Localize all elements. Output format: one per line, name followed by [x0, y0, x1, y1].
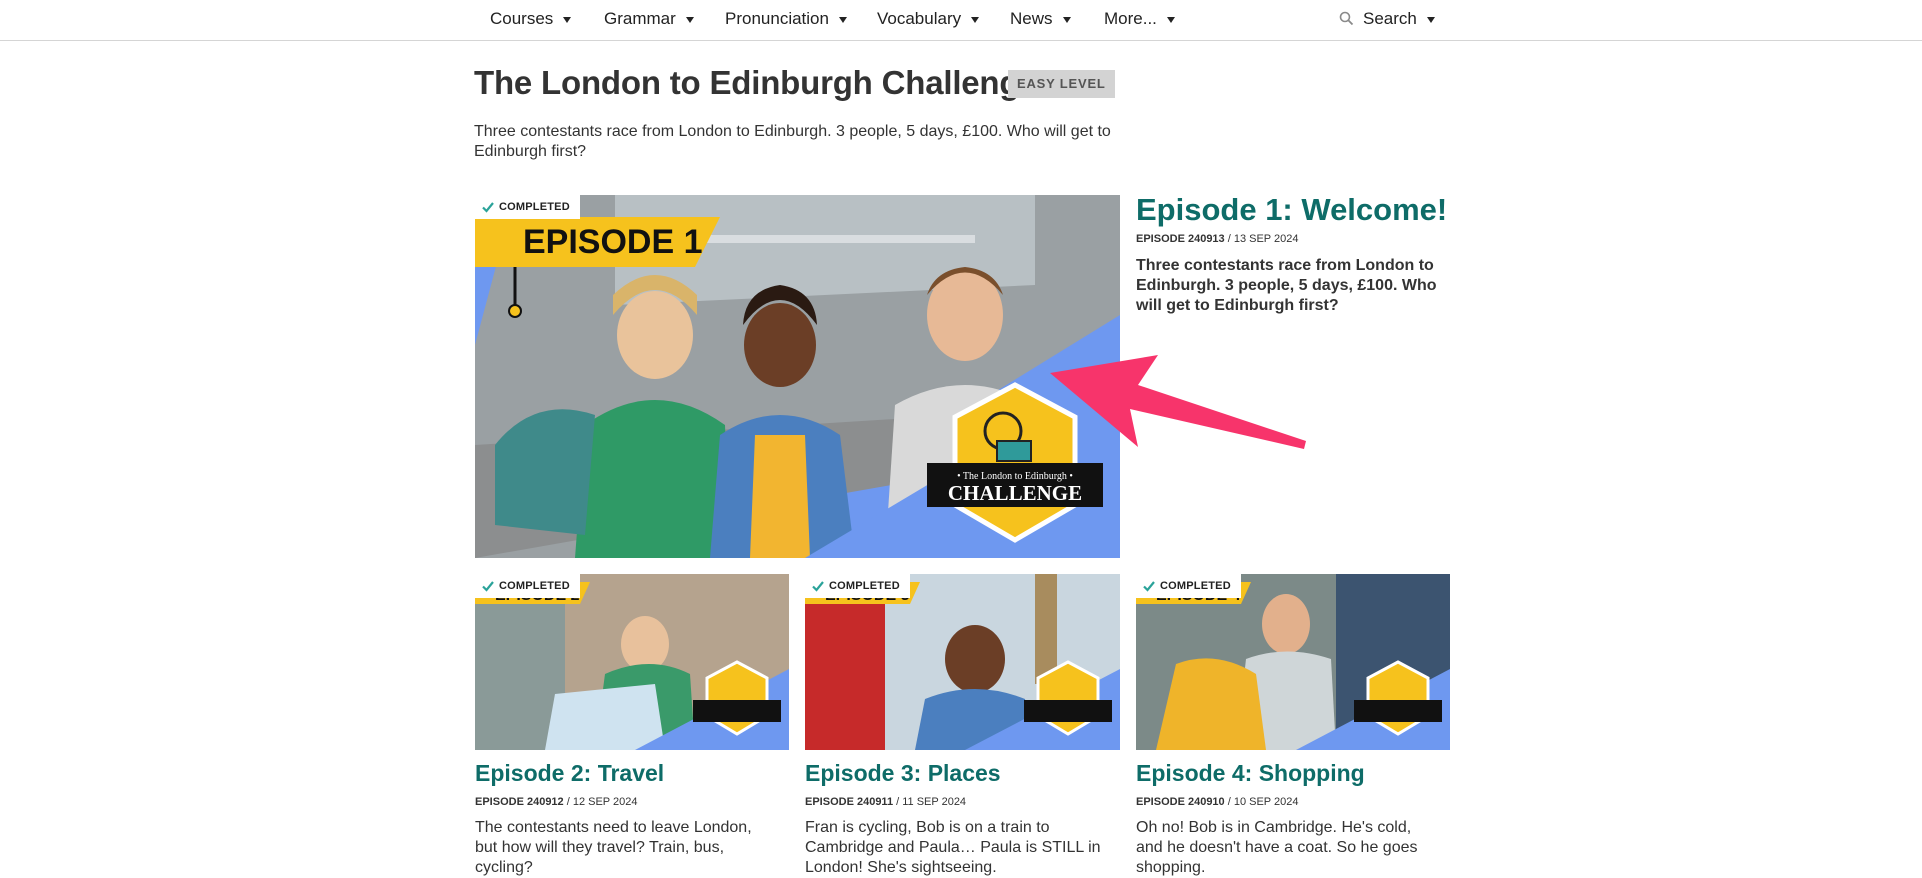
- completed-tag: COMPLETED: [475, 195, 580, 219]
- episode-thumbnail[interactable]: EPISODE 2 COMPLETED: [475, 574, 789, 750]
- intro-text: Three contestants race from London to Ed…: [474, 123, 1111, 160]
- search-button[interactable]: Search: [1338, 9, 1435, 29]
- caret-down-icon: [1062, 16, 1071, 23]
- featured-episode-meta: EPISODE 240913 / 13 SEP 2024: [1136, 233, 1299, 245]
- episode-date: 12 SEP 2024: [572, 796, 638, 808]
- nav-label: News: [1010, 9, 1053, 28]
- search-icon: [1339, 11, 1354, 26]
- completed-tag: COMPLETED: [475, 574, 580, 598]
- episode-code: EPISODE 240913: [1136, 233, 1225, 245]
- nav-pronunciation[interactable]: Pronunciation: [725, 9, 847, 29]
- episode-title[interactable]: Episode 3: Places: [805, 760, 1001, 787]
- completed-label: COMPLETED: [1160, 580, 1231, 592]
- episode-code: EPISODE 240910: [1136, 796, 1225, 808]
- featured-episode-description: Three contestants race from London to Ed…: [1136, 257, 1437, 314]
- nav-more[interactable]: More...: [1104, 9, 1175, 29]
- featured-episode-title[interactable]: Episode 1: Welcome!: [1136, 192, 1447, 228]
- episode-meta: EPISODE 240911 / 11 SEP 2024: [805, 796, 967, 808]
- search-label: Search: [1363, 9, 1417, 28]
- nav-label: Courses: [490, 9, 554, 28]
- episode-meta: EPISODE 240912 / 12 SEP 2024: [475, 796, 638, 808]
- episode-code: EPISODE 240911: [805, 796, 894, 808]
- episode-thumbnail[interactable]: EPISODE 4 COMPLETED: [1136, 574, 1450, 750]
- completed-tag: COMPLETED: [1136, 574, 1241, 598]
- nav-vocabulary[interactable]: Vocabulary: [877, 9, 980, 29]
- episode-title[interactable]: Episode 2: Travel: [475, 760, 664, 787]
- episode-image: EPISODE 4: [1136, 574, 1450, 750]
- caret-down-icon: [838, 16, 847, 23]
- caret-down-icon: [1426, 16, 1435, 23]
- check-icon: [482, 581, 494, 592]
- check-icon: [1143, 581, 1155, 592]
- badge-big-text: CHALLENGE: [948, 481, 1082, 505]
- episode-date: 11 SEP 2024: [902, 796, 967, 808]
- episode-image: EPISODE 1 • The London to Edinburgh • CH…: [475, 195, 1120, 558]
- episode-description: Fran is cycling, Bob is on a train to Ca…: [805, 819, 1101, 876]
- nav-label: Pronunciation: [725, 9, 829, 28]
- nav-label: Vocabulary: [877, 9, 962, 28]
- caret-down-icon: [563, 16, 572, 23]
- featured-episode-thumbnail[interactable]: EPISODE 1 • The London to Edinburgh • CH…: [475, 195, 1120, 558]
- episode-thumbnail[interactable]: EPISODE 3 COMPLETED: [805, 574, 1120, 750]
- top-navigation: Courses Grammar Pronunciation Vocabulary…: [0, 0, 1922, 41]
- episode-image: EPISODE 3: [805, 574, 1120, 750]
- episode-date: 13 SEP 2024: [1233, 233, 1299, 245]
- check-icon: [482, 202, 494, 213]
- completed-tag: COMPLETED: [805, 574, 910, 598]
- episode-description: Oh no! Bob is in Cambridge. He's cold, a…: [1136, 819, 1418, 876]
- nav-news[interactable]: News: [1010, 9, 1071, 29]
- nav-label: Grammar: [604, 9, 676, 28]
- arrow-annotation: [1050, 355, 1306, 449]
- caret-down-icon: [1166, 16, 1175, 23]
- page-title: The London to Edinburgh Challenge: [474, 64, 1038, 101]
- episode-image: EPISODE 2: [475, 574, 789, 750]
- episode-title[interactable]: Episode 4: Shopping: [1136, 760, 1365, 787]
- completed-label: COMPLETED: [499, 580, 570, 592]
- nav-courses[interactable]: Courses: [490, 9, 572, 29]
- caret-down-icon: [971, 16, 980, 23]
- completed-label: COMPLETED: [829, 580, 900, 592]
- episode-banner-text: EPISODE 1: [523, 223, 703, 261]
- nav-label: More...: [1104, 9, 1157, 28]
- completed-label: COMPLETED: [499, 201, 570, 213]
- episode-code: EPISODE 240912: [475, 796, 564, 808]
- level-badge: EASY LEVEL: [1008, 70, 1115, 98]
- episode-meta: EPISODE 240910 / 10 SEP 2024: [1136, 796, 1299, 808]
- episode-description: The contestants need to leave London, bu…: [475, 819, 752, 876]
- nav-grammar[interactable]: Grammar: [604, 9, 694, 29]
- caret-down-icon: [685, 16, 694, 23]
- episode-date: 10 SEP 2024: [1233, 796, 1299, 808]
- check-icon: [812, 581, 824, 592]
